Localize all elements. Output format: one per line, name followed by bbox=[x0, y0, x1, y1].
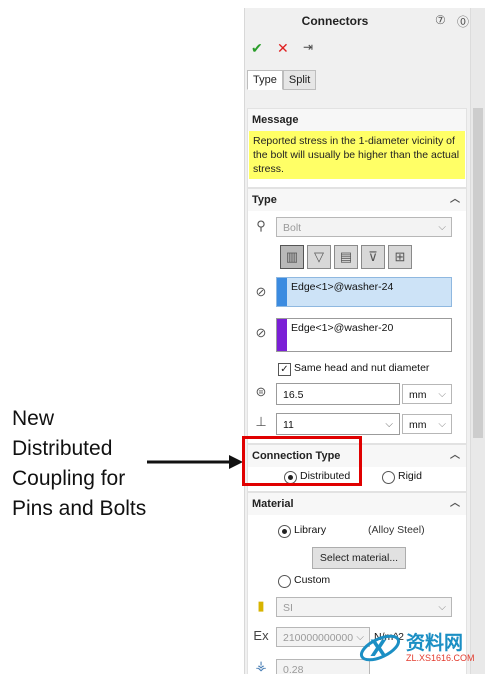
edge2-color-bar bbox=[277, 319, 287, 351]
ex-icon: Ex bbox=[253, 628, 269, 643]
chevron-down-icon: ⌵ bbox=[438, 419, 446, 430]
connectors-panel: Connectors ⑦ ⓪ ✔ ✕ ⇥ Type Split Message … bbox=[244, 8, 471, 674]
counterbore-nut-bolt-icon[interactable]: ▤ bbox=[334, 245, 358, 269]
annotation-line: New bbox=[12, 407, 55, 430]
collapse-chevron-icon[interactable]: ︿ bbox=[450, 493, 460, 515]
edge1-color-bar bbox=[277, 278, 287, 306]
edge-selection-icon: ⊘ bbox=[255, 325, 267, 340]
same-head-label: Same head and nut diameter bbox=[294, 362, 430, 374]
bolt-icon: ⚲ bbox=[256, 218, 266, 233]
poisson-icon: ⚶ bbox=[255, 658, 267, 673]
same-head-checkbox[interactable]: ✓ bbox=[278, 363, 291, 376]
annotation-arrow bbox=[147, 455, 243, 469]
panel-title: Connectors bbox=[301, 14, 369, 28]
head-unit-value: mm bbox=[409, 389, 427, 401]
library-material-value: (Alloy Steel) bbox=[368, 524, 425, 536]
watermark-logo-icon: X bbox=[359, 634, 401, 662]
head-unit-select[interactable]: mm ⌵ bbox=[402, 384, 452, 404]
material-header[interactable]: Material ︿ bbox=[248, 493, 466, 515]
annotation-line: Distributed bbox=[12, 437, 113, 460]
edge2-value: Edge<1>@washer-20 bbox=[291, 322, 394, 334]
annotation-line: Pins and Bolts bbox=[12, 497, 147, 520]
material-header-label: Material bbox=[252, 498, 294, 510]
chevron-down-icon[interactable]: ⌵ bbox=[385, 414, 393, 436]
chevron-down-icon: ⌵ bbox=[438, 602, 446, 613]
collapse-chevron-icon[interactable]: ︿ bbox=[450, 445, 460, 467]
counterbore-bolt-icon[interactable]: ▥ bbox=[280, 245, 304, 269]
select-material-button[interactable]: Select material... bbox=[312, 547, 406, 569]
tab-type[interactable]: Type bbox=[247, 70, 283, 90]
type-header[interactable]: Type ︿ bbox=[248, 189, 466, 211]
edge-selection-icon: ⊘ bbox=[255, 284, 267, 299]
connector-type-select[interactable]: Bolt ⌵ bbox=[276, 217, 452, 237]
chevron-down-icon: ⌵ bbox=[438, 222, 446, 233]
shank-unit-value: mm bbox=[409, 419, 427, 431]
shank-unit-select[interactable]: mm ⌵ bbox=[402, 414, 452, 434]
watermark-text: 资料网 bbox=[406, 633, 464, 654]
panel-scrollbar[interactable] bbox=[470, 8, 485, 674]
message-section: Message Reported stress in the 1-diamete… bbox=[247, 108, 467, 188]
collapse-chevron-icon[interactable]: ︿ bbox=[450, 189, 460, 211]
help-icon[interactable]: ⑦ bbox=[435, 13, 449, 27]
head-diameter-icon: ⊜ bbox=[255, 384, 267, 399]
message-text: Reported stress in the 1-diameter vicini… bbox=[249, 131, 465, 179]
custom-label: Custom bbox=[294, 574, 331, 586]
units-value: SI bbox=[283, 602, 293, 614]
units-icon: ▮ bbox=[257, 598, 265, 613]
custom-radio[interactable] bbox=[278, 575, 291, 588]
tab-bar: Type Split bbox=[247, 70, 317, 90]
message-header-label: Message bbox=[252, 114, 299, 126]
ok-icon[interactable]: ✔ bbox=[251, 40, 263, 57]
shank-diameter-value: 11 bbox=[283, 419, 294, 431]
edge-selection-box-1[interactable]: Edge<1>@washer-24 bbox=[276, 277, 452, 307]
units-select[interactable]: SI ⌵ bbox=[276, 597, 452, 617]
countersink-bolt-icon[interactable]: ▽ bbox=[307, 245, 331, 269]
edge-selection-box-2[interactable]: Edge<1>@washer-20 bbox=[276, 318, 452, 352]
pin-icon[interactable]: ⇥ bbox=[303, 40, 313, 54]
annotation-text: New Distributed Coupling for Pins and Bo… bbox=[12, 404, 162, 524]
annotation-line: Coupling for bbox=[12, 467, 126, 490]
shank-diameter-icon: ⊥ bbox=[255, 414, 267, 429]
scrollbar-thumb[interactable] bbox=[473, 108, 483, 438]
edge1-value: Edge<1>@washer-24 bbox=[291, 281, 394, 293]
cancel-icon[interactable]: ✕ bbox=[277, 40, 289, 57]
message-header: Message bbox=[248, 109, 466, 131]
type-section: Type ︿ ⚲ Bolt ⌵ ▥ ▽ ▤ ⊽ ⊞ ⊘ Edge<1>@washe… bbox=[247, 188, 467, 444]
library-label: Library bbox=[294, 524, 327, 536]
type-header-label: Type bbox=[252, 194, 277, 206]
watermark: X 资料网 ZL.XS1616.COM bbox=[356, 626, 488, 672]
foundation-bolt-icon[interactable]: ⊞ bbox=[388, 245, 412, 269]
head-diameter-input[interactable]: 16.5 bbox=[276, 383, 400, 405]
connection-type-highlight bbox=[242, 436, 362, 486]
tab-split[interactable]: Split bbox=[282, 70, 317, 90]
bolt-type-buttons: ▥ ▽ ▤ ⊽ ⊞ bbox=[280, 245, 412, 269]
poisson-value: 0.28 bbox=[283, 664, 304, 674]
library-radio[interactable] bbox=[278, 525, 291, 538]
shank-diameter-input[interactable]: 11 ⌵ bbox=[276, 413, 400, 435]
countersink-nut-bolt-icon[interactable]: ⊽ bbox=[361, 245, 385, 269]
watermark-url: ZL.XS1616.COM bbox=[406, 653, 475, 663]
connector-type-value: Bolt bbox=[283, 222, 302, 234]
info-icon[interactable]: ⓪ bbox=[457, 13, 471, 29]
ex-value: 210000000000 bbox=[283, 632, 354, 644]
chevron-down-icon: ⌵ bbox=[438, 389, 446, 400]
rigid-label: Rigid bbox=[398, 470, 422, 482]
svg-text:X: X bbox=[370, 637, 387, 662]
rigid-radio[interactable] bbox=[382, 471, 395, 484]
